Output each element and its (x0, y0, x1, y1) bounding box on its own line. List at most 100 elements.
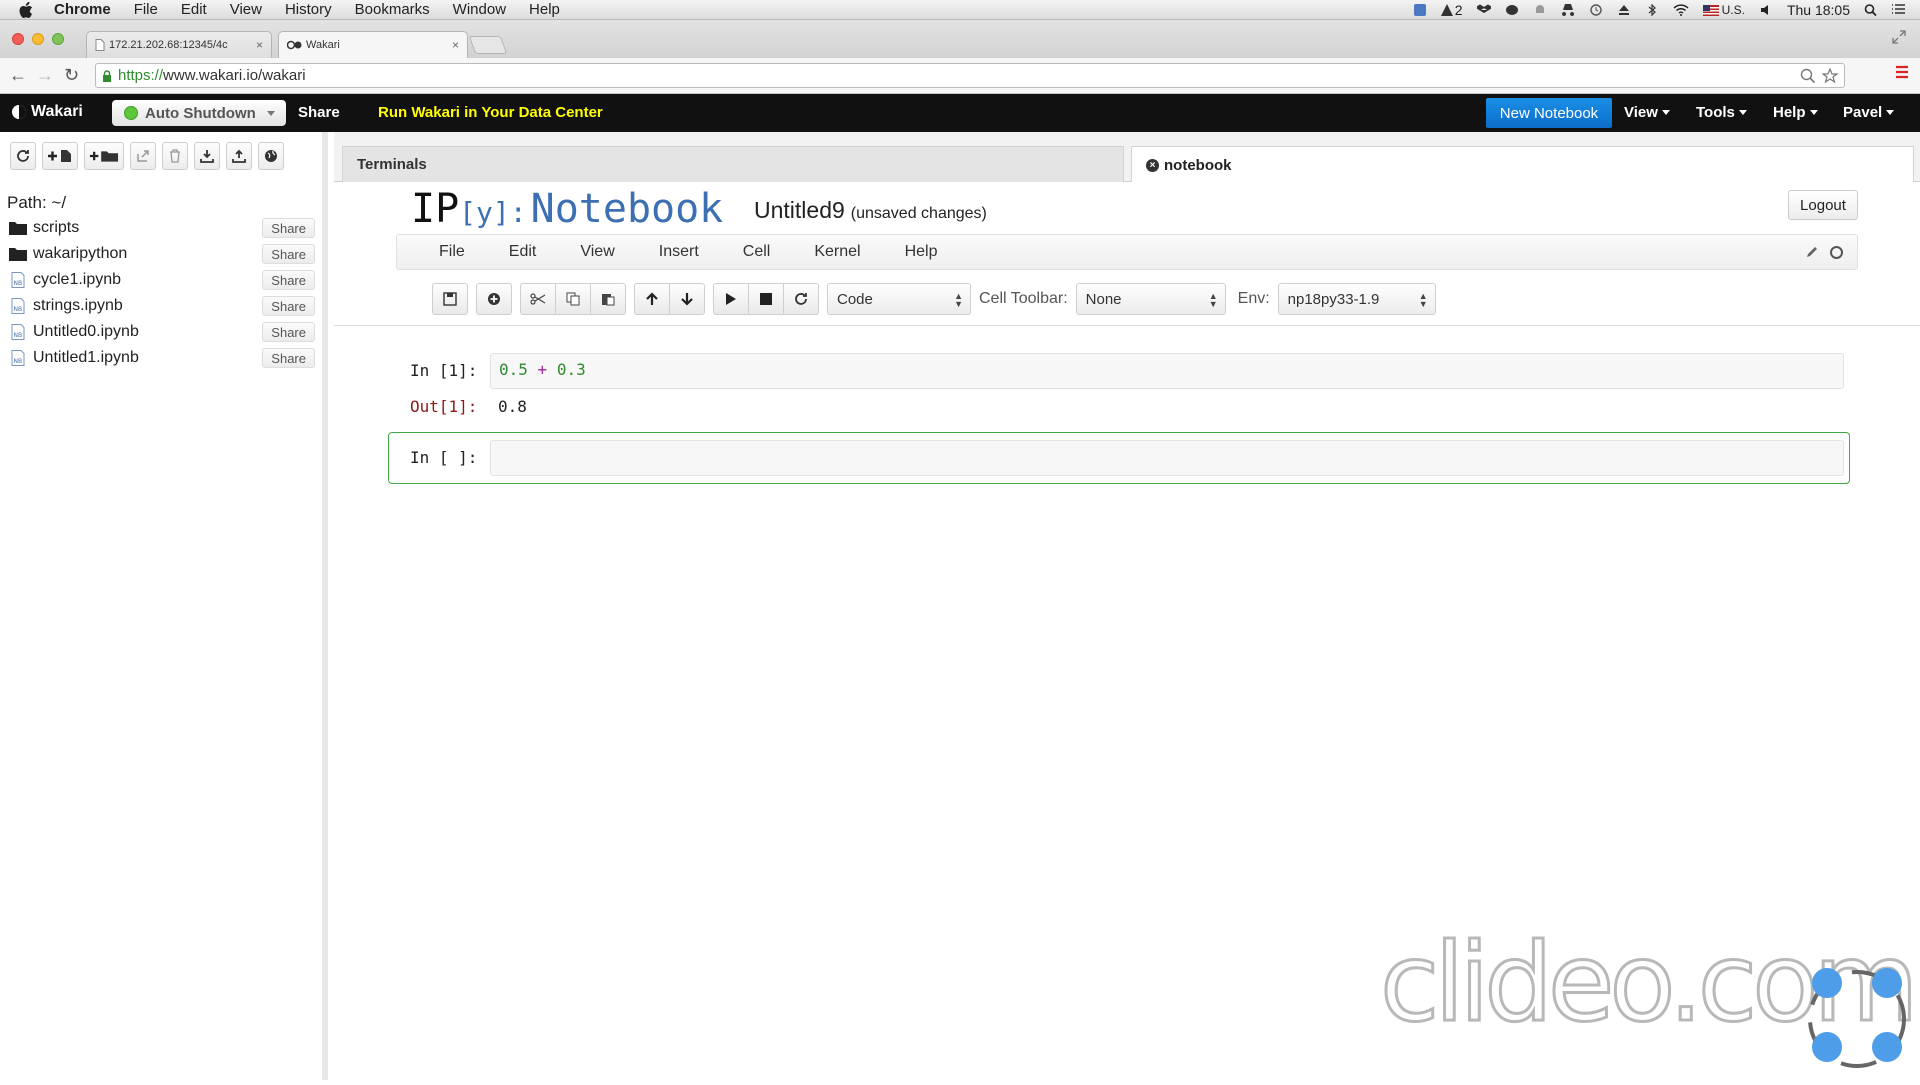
apple-icon[interactable] (18, 1, 34, 18)
run-wakari-promo-link[interactable]: Run Wakari in Your Data Center (378, 104, 603, 121)
new-file-button[interactable] (42, 142, 78, 170)
env-label: Env: (1237, 290, 1270, 307)
mac-menu-app[interactable]: Chrome (54, 1, 111, 18)
insert-cell-button[interactable] (476, 283, 512, 315)
cut-cell-button[interactable] (520, 283, 556, 315)
share-item-button[interactable]: Share (262, 244, 315, 264)
wakari-brand[interactable]: Wakari (12, 103, 83, 121)
mac-menu-view[interactable]: View (230, 1, 262, 18)
share-item-button[interactable]: Share (262, 270, 315, 290)
notification-center-icon[interactable] (1892, 4, 1906, 16)
move-file-button[interactable] (130, 142, 156, 170)
auto-shutdown-dropdown[interactable]: Auto Shutdown (112, 100, 286, 126)
mac-menu-history[interactable]: History (285, 1, 332, 18)
share-item-button[interactable]: Share (262, 348, 315, 368)
mac-menu-bookmarks[interactable]: Bookmarks (355, 1, 430, 18)
file-item-folder[interactable]: wakaripython Share (9, 242, 319, 266)
file-item-notebook[interactable]: NB Untitled0.ipynb Share (9, 320, 319, 344)
tab-terminals[interactable]: Terminals (342, 146, 1124, 182)
tab-close-icon[interactable]: × (452, 38, 459, 52)
paste-cell-button[interactable] (590, 283, 626, 315)
workspace-tab-row: Terminals × notebook (334, 132, 1920, 183)
mac-menu-file[interactable]: File (134, 1, 158, 18)
clock[interactable]: Thu 18:05 (1787, 2, 1850, 18)
bookmark-star-icon[interactable] (1822, 68, 1838, 84)
move-cell-down-button[interactable] (669, 283, 705, 315)
ipython-logo[interactable]: IP [y]: Notebook (411, 186, 723, 232)
zoom-icon[interactable] (1800, 68, 1816, 84)
status-count[interactable]: 2 (1440, 2, 1463, 18)
env-select[interactable]: np18py33-1.9 ▲ ▼ (1277, 283, 1436, 315)
creative-cloud-icon[interactable] (1505, 4, 1519, 16)
run-cell-button[interactable] (713, 283, 749, 315)
time-machine-icon[interactable] (1589, 4, 1603, 16)
refresh-files-button[interactable] (10, 142, 36, 170)
restart-kernel-button[interactable] (783, 283, 819, 315)
code-cell-editor[interactable] (490, 440, 1844, 476)
bluetooth-icon[interactable] (1645, 4, 1659, 16)
new-tab-button[interactable] (468, 36, 508, 54)
interrupt-kernel-button[interactable] (748, 283, 784, 315)
share-item-button[interactable]: Share (262, 218, 315, 238)
mac-menu-edit[interactable]: Edit (181, 1, 207, 18)
nb-menu-view[interactable]: View (580, 243, 614, 261)
spotlight-icon[interactable] (1864, 4, 1878, 16)
upload-file-button[interactable] (226, 142, 252, 170)
delete-file-button[interactable] (162, 142, 188, 170)
close-circle-icon[interactable]: × (1146, 158, 1159, 172)
nav-menu-view[interactable]: View (1624, 104, 1670, 121)
cell-toolbar-select[interactable]: None ▲ ▼ (1075, 283, 1226, 315)
nb-menu-file[interactable]: File (439, 243, 465, 261)
wifi-icon[interactable] (1673, 4, 1689, 16)
chrome-menu-icon[interactable] (1894, 64, 1910, 80)
nav-share-link[interactable]: Share (298, 104, 340, 121)
download-file-button[interactable] (194, 142, 220, 170)
nb-menu-edit[interactable]: Edit (509, 243, 537, 261)
tab-notebook[interactable]: × notebook (1131, 146, 1914, 183)
window-close-button[interactable] (12, 33, 24, 45)
mac-menu-help[interactable]: Help (529, 1, 560, 18)
nav-menu-tools[interactable]: Tools (1696, 104, 1747, 121)
mac-menu-window[interactable]: Window (453, 1, 506, 18)
save-button[interactable] (432, 283, 468, 315)
new-folder-button[interactable] (84, 142, 124, 170)
incognito-icon[interactable] (1561, 4, 1575, 16)
refresh-icon (17, 150, 29, 162)
window-minimize-button[interactable] (32, 33, 44, 45)
fullscreen-icon[interactable] (1892, 30, 1906, 44)
nb-menu-help[interactable]: Help (905, 243, 938, 261)
bell-icon[interactable] (1533, 4, 1547, 16)
back-icon[interactable]: ← (9, 65, 27, 86)
move-cell-up-button[interactable] (634, 283, 670, 315)
logout-button[interactable]: Logout (1788, 190, 1858, 220)
browser-tab-wakari[interactable]: Wakari × (278, 31, 468, 58)
volume-icon[interactable] (1759, 4, 1773, 16)
notification-badge-icon[interactable] (1413, 4, 1427, 16)
nav-menu-user[interactable]: Pavel (1843, 104, 1895, 121)
globe-button[interactable] (258, 142, 284, 170)
nb-menu-insert[interactable]: Insert (659, 243, 699, 261)
dropbox-icon[interactable] (1476, 4, 1491, 16)
tab-close-icon[interactable]: × (256, 38, 263, 52)
notebook-title[interactable]: Untitled9 (unsaved changes) (754, 197, 987, 224)
share-item-button[interactable]: Share (262, 322, 315, 342)
nb-menu-cell[interactable]: Cell (743, 243, 771, 261)
share-item-button[interactable]: Share (262, 296, 315, 316)
input-source[interactable]: U.S. (1702, 3, 1745, 17)
file-item-folder[interactable]: scripts Share (9, 216, 319, 240)
cell-type-select[interactable]: Code ▲ ▼ (827, 283, 971, 315)
forward-icon[interactable]: → (36, 65, 54, 86)
reload-icon[interactable]: ↻ (64, 65, 79, 86)
new-notebook-button[interactable]: New Notebook (1486, 98, 1612, 128)
eject-icon[interactable] (1617, 4, 1631, 16)
copy-cell-button[interactable] (555, 283, 591, 315)
nb-menu-kernel[interactable]: Kernel (814, 243, 860, 261)
file-item-notebook[interactable]: NB cycle1.ipynb Share (9, 268, 319, 292)
nav-menu-help[interactable]: Help (1773, 104, 1818, 121)
address-bar[interactable]: https://www.wakari.io/wakari (95, 63, 1845, 88)
code-cell-editor[interactable]: 0.5 + 0.3 (490, 353, 1844, 389)
file-item-notebook[interactable]: NB Untitled1.ipynb Share (9, 346, 319, 370)
file-item-notebook[interactable]: NB strings.ipynb Share (9, 294, 319, 318)
browser-tab-jupyter[interactable]: 172.21.202.68:12345/4c × (86, 31, 272, 58)
window-zoom-button[interactable] (52, 33, 64, 45)
